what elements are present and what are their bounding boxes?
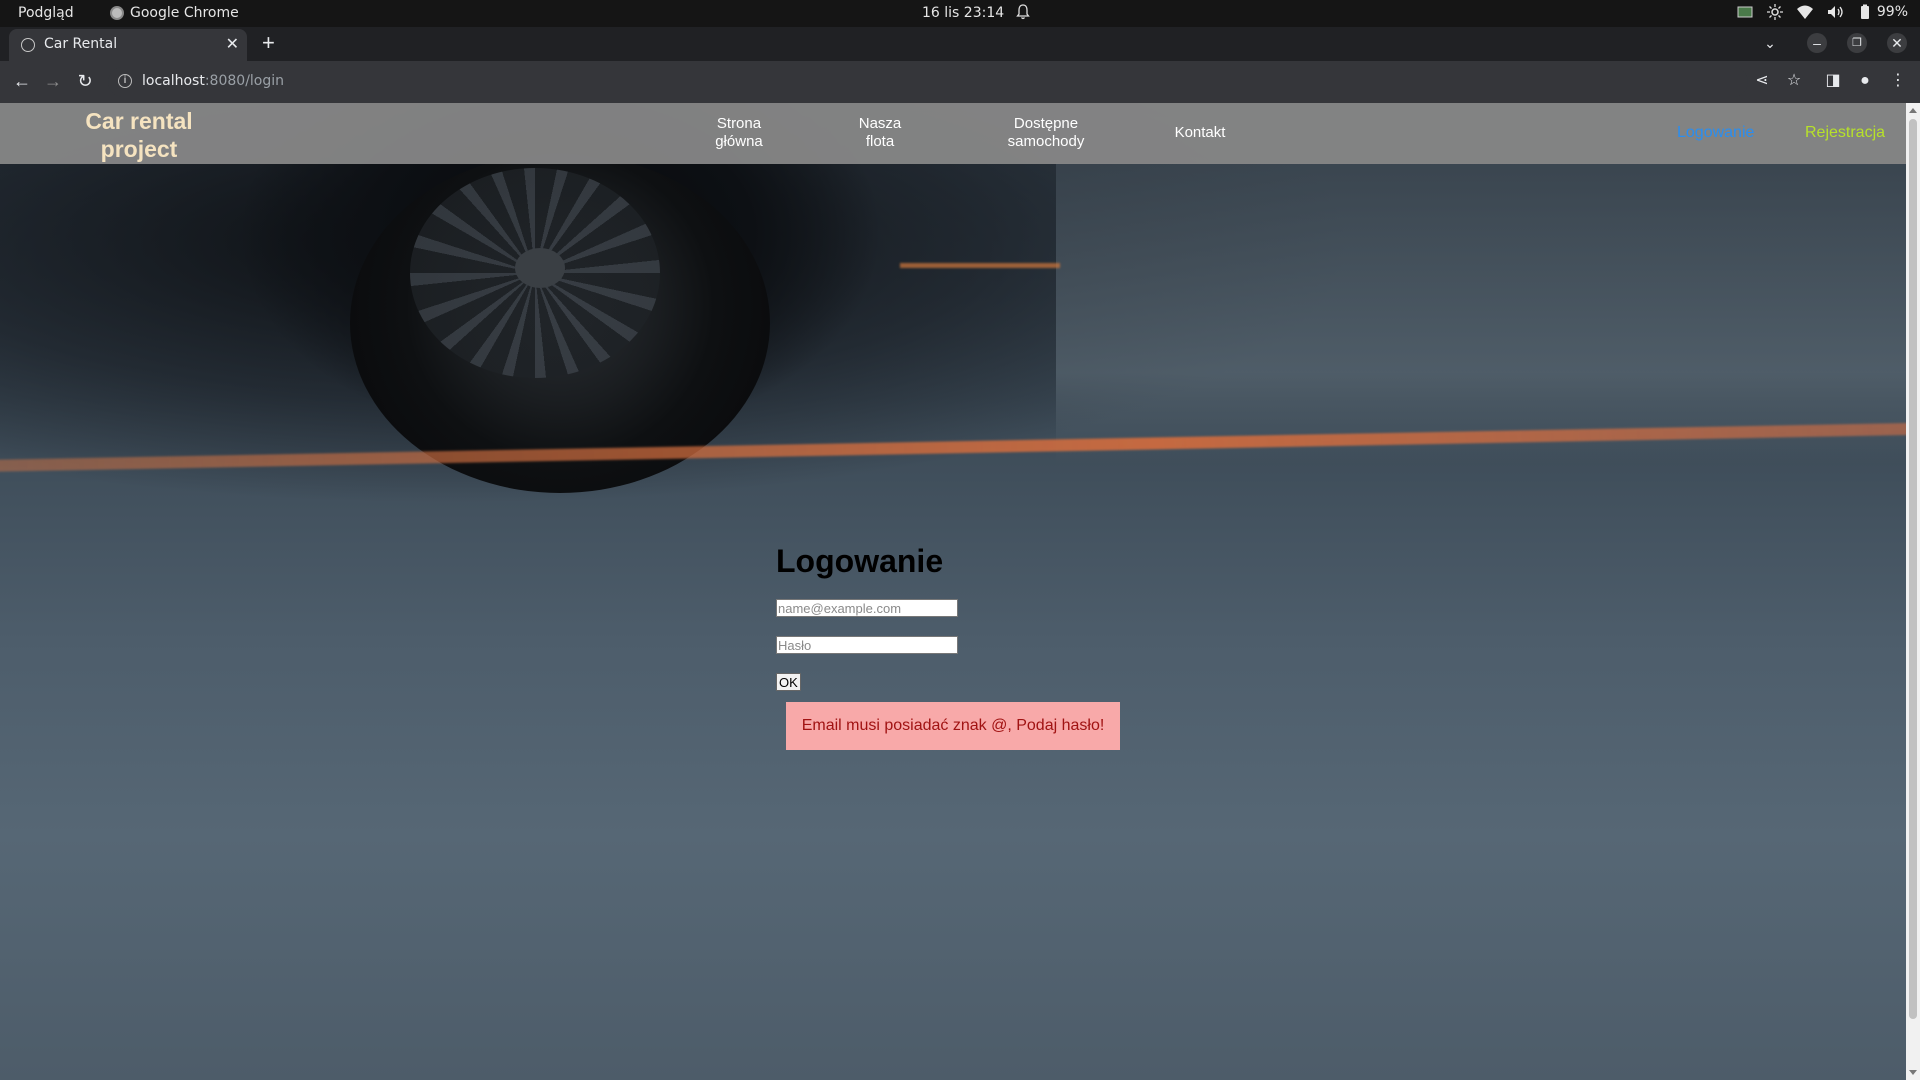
brand-text: Car rental project [85, 108, 193, 162]
tab-close-icon[interactable]: ✕ [226, 34, 239, 53]
background-wall [1056, 163, 1906, 463]
activities-button[interactable]: Podgląd [18, 5, 74, 21]
submit-button[interactable]: OK [776, 673, 801, 691]
side-panel-icon[interactable]: ◨ [1823, 71, 1843, 91]
browser-tab[interactable]: Car Rental ✕ [9, 29, 247, 61]
error-alert: Email musi posiadać znak @, Podaj hasło! [786, 702, 1120, 750]
nav-available-cars[interactable]: Dostępne samochody [996, 115, 1096, 151]
nav-contact[interactable]: Kontakt [1160, 124, 1240, 142]
reload-icon[interactable]: ↻ [75, 71, 95, 91]
forward-arrow-icon[interactable]: → [43, 71, 63, 91]
site-navbar: Car rental project Strona główna Nasza f… [0, 103, 1906, 164]
restore-button[interactable]: ❐ [1847, 33, 1867, 53]
profile-icon[interactable]: ● [1855, 71, 1875, 91]
page-viewport: Car rental project Strona główna Nasza f… [0, 103, 1906, 1080]
site-info-icon[interactable]: i [118, 74, 132, 88]
background-car-wheel [350, 153, 770, 493]
email-field[interactable] [776, 599, 958, 617]
tab-search-chevron-icon[interactable]: ⌄ [1760, 33, 1780, 53]
volume-icon [1827, 6, 1843, 18]
nav-fleet[interactable]: Nasza flota [840, 115, 920, 151]
system-tray[interactable]: 99% [1737, 4, 1908, 20]
os-top-bar: Podgląd Google Chrome 16 lis 23:14 99% [0, 0, 1920, 27]
password-field[interactable] [776, 636, 958, 654]
url-text[interactable]: localhost:8080/login [142, 73, 284, 89]
brightness-icon [1766, 4, 1783, 20]
register-link[interactable]: Rejestracja [1805, 124, 1885, 142]
login-title: Logowanie [776, 543, 944, 579]
wifi-icon [1796, 5, 1813, 19]
active-app-indicator[interactable]: Google Chrome [110, 5, 239, 21]
scroll-down-arrow-icon[interactable] [1909, 1070, 1917, 1075]
tray-app-icon[interactable] [1737, 4, 1753, 20]
back-arrow-icon[interactable]: ← [12, 71, 32, 91]
chrome-menu-icon[interactable]: ⋮ [1888, 71, 1908, 91]
wheel-hub [515, 248, 565, 288]
close-window-button[interactable]: ✕ [1887, 33, 1907, 53]
background-stripe-far [900, 263, 1060, 268]
nav-home[interactable]: Strona główna [700, 115, 778, 151]
notification-bell-icon[interactable] [1016, 4, 1030, 20]
browser-tab-strip: Car Rental ✕ + ⌄ – ❐ ✕ [0, 27, 1920, 61]
chrome-icon [110, 6, 124, 20]
url-path: :8080/login [204, 73, 285, 89]
address-bar[interactable]: i localhost:8080/login [108, 67, 1748, 97]
page-scrollbar[interactable] [1906, 103, 1920, 1080]
login-link[interactable]: Logowanie [1677, 124, 1754, 142]
bookmark-star-icon[interactable]: ☆ [1784, 71, 1804, 91]
new-tab-button[interactable]: + [262, 30, 275, 56]
battery-indicator: 99% [1857, 4, 1908, 20]
scrollbar-thumb[interactable] [1909, 119, 1917, 1019]
site-brand[interactable]: Car rental project [60, 107, 218, 163]
clock[interactable]: 16 lis 23:14 [922, 5, 1004, 21]
minimize-button[interactable]: – [1807, 33, 1827, 53]
globe-icon [21, 38, 35, 52]
browser-toolbar: ← → ↻ i localhost:8080/login ⋖ ☆ ◨ ● ⋮ [0, 61, 1920, 103]
battery-icon [1860, 4, 1869, 19]
battery-percent: 99% [1876, 4, 1908, 20]
url-host: localhost [142, 73, 205, 89]
active-app-name: Google Chrome [130, 5, 239, 21]
tab-title: Car Rental [44, 36, 118, 52]
share-icon[interactable]: ⋖ [1752, 71, 1772, 91]
scroll-up-arrow-icon[interactable] [1909, 108, 1917, 113]
